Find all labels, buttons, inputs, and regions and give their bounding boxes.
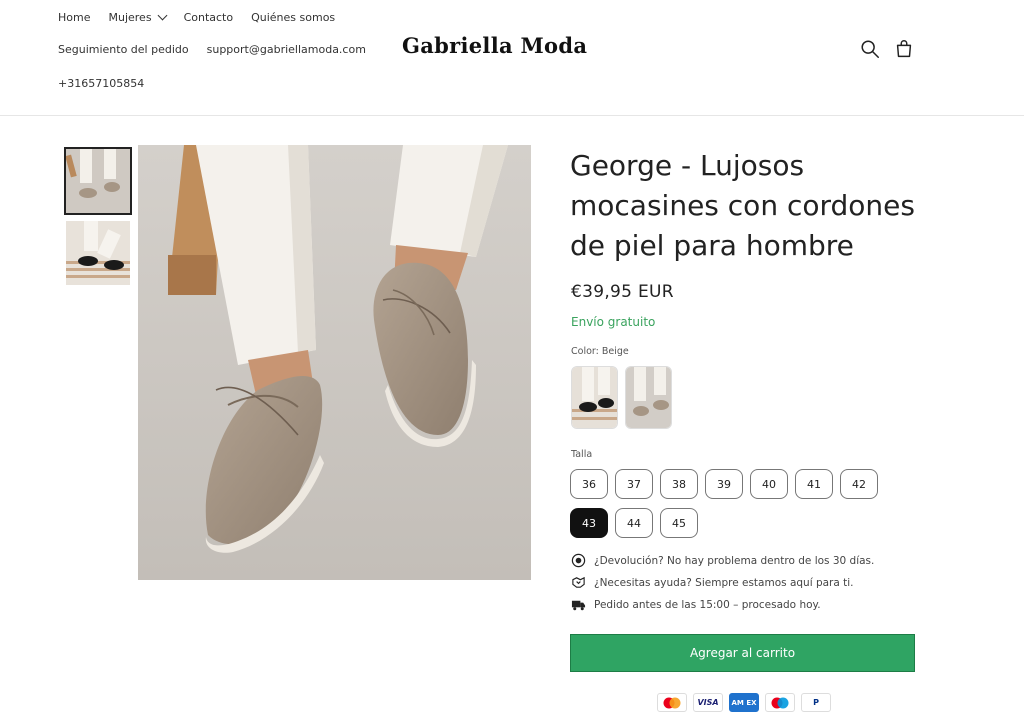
- nav-quienes-somos[interactable]: Quiénes somos: [251, 11, 335, 24]
- thumbnail-beige-image: [66, 149, 130, 213]
- size-option-41[interactable]: 41: [795, 469, 833, 499]
- amex-icon: AM EX: [729, 693, 759, 712]
- maestro-icon: [765, 693, 795, 712]
- swatch-beige-image: [626, 367, 671, 428]
- secondary-nav: Seguimiento del pedido support@gabriella…: [58, 43, 366, 56]
- size-option-44[interactable]: 44: [615, 508, 653, 538]
- size-label: Talla: [571, 449, 593, 460]
- nav-phone[interactable]: +31657105854: [58, 77, 144, 90]
- swatch-black-image: [572, 367, 617, 428]
- thumbnail-black[interactable]: [66, 221, 130, 285]
- color-swatch-beige[interactable]: [625, 366, 672, 429]
- truck-icon: [571, 600, 586, 611]
- phone-nav: +31657105854: [58, 77, 144, 90]
- search-icon[interactable]: [859, 38, 881, 60]
- size-option-42[interactable]: 42: [840, 469, 878, 499]
- color-swatch-black[interactable]: [571, 366, 618, 429]
- size-option-43[interactable]: 43: [570, 508, 608, 538]
- nav-support-email[interactable]: support@gabriellamoda.com: [207, 43, 366, 56]
- shipping-info: Envío gratuito: [571, 315, 656, 329]
- product-price: €39,95 EUR: [571, 282, 674, 302]
- returns-info: ¿Devolución? No hay problema dentro de l…: [571, 553, 874, 568]
- main-product-image[interactable]: [138, 145, 531, 580]
- shipping-time-info: Pedido antes de las 15:00 – procesado ho…: [571, 597, 821, 612]
- size-option-45[interactable]: 45: [660, 508, 698, 538]
- size-option-36[interactable]: 36: [570, 469, 608, 499]
- size-option-37[interactable]: 37: [615, 469, 653, 499]
- size-option-38[interactable]: 38: [660, 469, 698, 499]
- site-header: Home Mujeres Contacto Quiénes somos Segu…: [0, 0, 1024, 116]
- add-to-cart-button[interactable]: Agregar al carrito: [570, 634, 915, 672]
- handshake-icon: [572, 576, 585, 588]
- mastercard-icon: [657, 693, 687, 712]
- primary-nav: Home Mujeres Contacto Quiénes somos: [58, 10, 335, 24]
- returns-icon: [571, 553, 586, 568]
- thumbnail-black-image: [66, 221, 130, 285]
- paypal-icon: P: [801, 693, 831, 712]
- chevron-down-icon: [157, 10, 168, 21]
- nav-contacto[interactable]: Contacto: [184, 11, 234, 24]
- nav-order-tracking[interactable]: Seguimiento del pedido: [58, 43, 189, 56]
- help-text: ¿Necesitas ayuda? Siempre estamos aquí p…: [594, 576, 854, 589]
- returns-text: ¿Devolución? No hay problema dentro de l…: [594, 554, 875, 567]
- site-logo[interactable]: Gabriella Moda: [402, 33, 587, 58]
- payment-methods: VISA AM EX P: [657, 693, 831, 712]
- help-info: ¿Necesitas ayuda? Siempre estamos aquí p…: [571, 575, 854, 590]
- size-option-40[interactable]: 40: [750, 469, 788, 499]
- product-photo: [138, 145, 531, 580]
- nav-mujeres-label: Mujeres: [108, 11, 152, 24]
- product-title: George - Lujosos mocasines con cordones …: [570, 149, 915, 262]
- cart-icon[interactable]: [893, 38, 915, 60]
- nav-mujeres[interactable]: Mujeres: [108, 10, 168, 24]
- nav-home[interactable]: Home: [58, 11, 90, 24]
- visa-icon: VISA: [693, 693, 723, 712]
- shipping-time-text: Pedido antes de las 15:00 – procesado ho…: [594, 598, 821, 611]
- size-option-39[interactable]: 39: [705, 469, 743, 499]
- color-label: Color: Beige: [571, 346, 629, 357]
- thumbnail-beige[interactable]: [64, 147, 132, 215]
